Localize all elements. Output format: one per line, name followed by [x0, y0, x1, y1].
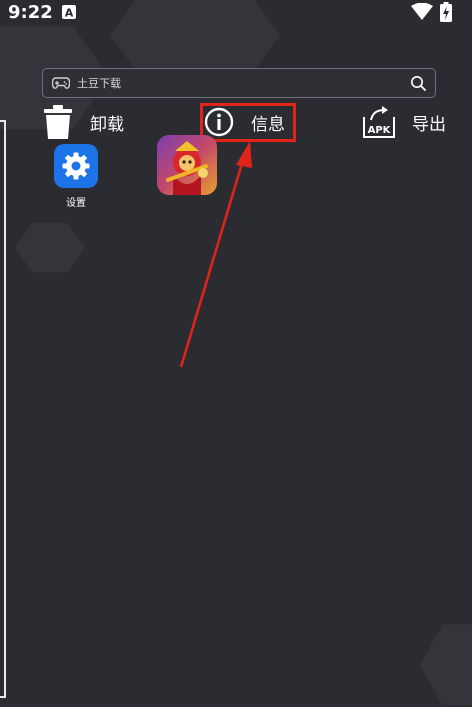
annotation-arrow	[179, 141, 252, 368]
phone-screen: 9:22 A 土豆下载 卸载 信息 APK 导出 设置	[0, 0, 472, 707]
